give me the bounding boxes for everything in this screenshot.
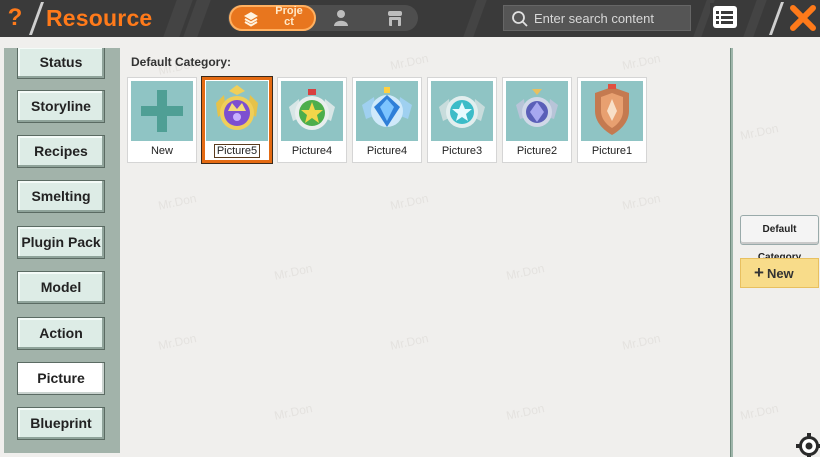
- tile-label-text: Picture5: [213, 144, 261, 158]
- tile-thumbnail: [431, 81, 493, 141]
- violet-gem-badge-icon: [516, 89, 558, 127]
- list-view-button[interactable]: [710, 3, 740, 32]
- close-icon[interactable]: [789, 4, 817, 32]
- new-category-button[interactable]: + New: [740, 258, 819, 288]
- plus-icon: [141, 90, 183, 132]
- blue-gem-badge-icon: [362, 87, 412, 127]
- tile-thumbnail: [356, 81, 418, 141]
- watermark: Mr.Don: [738, 121, 780, 143]
- picture-tile[interactable]: Picture2: [502, 77, 572, 163]
- search-icon: [512, 11, 528, 27]
- help-button[interactable]: ?: [2, 3, 28, 33]
- sidebar-item-action[interactable]: Action: [17, 317, 105, 350]
- purple-crown-badge-icon: [216, 85, 258, 130]
- tile-label: Picture5: [205, 144, 269, 158]
- user-icon[interactable]: [332, 9, 350, 27]
- search-input[interactable]: [534, 8, 686, 28]
- watermark: Mr.Don: [388, 51, 430, 73]
- sidebar-item-storyline[interactable]: Storyline: [17, 90, 105, 123]
- tile-label: Picture1: [591, 145, 633, 157]
- panel-divider: [730, 48, 733, 457]
- category-label: Default Category:: [131, 55, 232, 69]
- list-icon: [713, 6, 737, 28]
- search-bar: [503, 5, 691, 31]
- sidebar-item-plugin-pack[interactable]: Plugin Pack: [17, 226, 105, 259]
- watermark: Mr.Don: [156, 331, 198, 353]
- watermark: Mr.Don: [620, 331, 662, 353]
- watermark: Mr.Don: [738, 401, 780, 423]
- divider: [768, 2, 785, 35]
- tile-label: Picture4: [366, 145, 408, 157]
- watermark: Mr.Don: [620, 191, 662, 213]
- default-category-button[interactable]: Default Category: [740, 215, 819, 263]
- watermark: Mr.Don: [388, 191, 430, 213]
- sidebar-item-smelting[interactable]: Smelting: [17, 180, 105, 213]
- watermark: Mr.Don: [272, 261, 314, 283]
- watermark: Mr.Don: [504, 261, 546, 283]
- sidebar-item-model[interactable]: Model: [17, 271, 105, 304]
- page-title: Resource: [46, 5, 153, 31]
- sidebar: Status Storyline Recipes Smelting Plugin…: [4, 48, 120, 453]
- sidebar-item-blueprint[interactable]: Blueprint: [17, 407, 105, 440]
- tab-project-label: Proje ct: [275, 5, 303, 28]
- tile-thumbnail: [506, 81, 568, 141]
- sidebar-item-recipes[interactable]: Recipes: [17, 135, 105, 168]
- picture-tile[interactable]: Picture5: [201, 76, 273, 164]
- tile-label: Picture4: [291, 145, 333, 157]
- picture-tile[interactable]: Picture4: [352, 77, 422, 163]
- tile-label: New: [150, 145, 173, 157]
- picture-tile[interactable]: Picture4: [277, 77, 347, 163]
- layers-icon: [244, 12, 258, 27]
- watermark: Mr.Don: [388, 331, 430, 353]
- tile-thumbnail: [581, 81, 643, 141]
- plus-icon: +: [754, 263, 764, 282]
- bronze-shield-badge-icon: [595, 84, 629, 135]
- tile-thumbnail: [281, 81, 343, 141]
- top-bar: ? Resource Proje ct: [0, 0, 820, 37]
- new-category-label: New: [766, 266, 794, 281]
- watermark: Mr.Don: [272, 401, 314, 423]
- tile-label: Picture2: [516, 145, 558, 157]
- tile-thumbnail: [131, 81, 193, 141]
- watermark: Mr.Don: [504, 401, 546, 423]
- sidebar-item-picture[interactable]: Picture: [17, 362, 105, 395]
- picture-tile[interactable]: Picture3: [427, 77, 497, 163]
- divider: [28, 2, 45, 35]
- gear-icon[interactable]: [795, 432, 820, 457]
- sidebar-item-status[interactable]: Status: [17, 48, 105, 79]
- cyan-star-badge-icon: [439, 96, 485, 128]
- tab-project[interactable]: Proje ct: [229, 5, 316, 31]
- watermark: Mr.Don: [620, 51, 662, 73]
- green-star-badge-icon: [289, 89, 335, 130]
- tile-label: Picture3: [441, 145, 483, 157]
- store-icon[interactable]: [386, 9, 404, 27]
- new-picture-tile[interactable]: New: [127, 77, 197, 163]
- picture-tile[interactable]: Picture1: [577, 77, 647, 163]
- watermark: Mr.Don: [156, 191, 198, 213]
- tile-thumbnail: [206, 81, 268, 141]
